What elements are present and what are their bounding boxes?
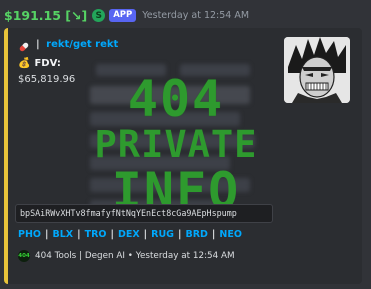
contract-address[interactable]: bpSAiRWvXHTv8fmafyfNtNqYEnEct8cGa9AEpHsp…: [15, 204, 273, 223]
anime-avatar-thumbnail[interactable]: [284, 37, 350, 103]
title-separator: |: [36, 38, 40, 50]
embed-footer: 404 404 Tools | Degen AI • Yesterday at …: [18, 250, 235, 262]
bot-username[interactable]: $191.15 [↘]: [4, 8, 87, 23]
embed-card: | rekt/get rekt 💰 FDV: $65,819.96 404 PR…: [4, 28, 362, 284]
link-dex[interactable]: DEX: [118, 229, 140, 240]
pill-icon: [18, 38, 30, 52]
fdv-row: 💰 FDV:: [18, 58, 61, 69]
link-tro[interactable]: TRO: [85, 229, 107, 240]
fdv-label: FDV:: [34, 58, 61, 69]
link-brd[interactable]: BRD: [185, 229, 207, 240]
overlay-private: PRIVATE: [94, 123, 258, 166]
link-separator: |: [211, 229, 216, 240]
link-pho[interactable]: PHO: [18, 229, 41, 240]
money-bag-icon: 💰: [18, 58, 31, 69]
embed-title-row: | rekt/get rekt: [18, 38, 118, 52]
embed-title-link[interactable]: rekt/get rekt: [46, 39, 118, 50]
embed-accent-bar: [4, 28, 8, 284]
message-header: $191.15 [↘] S APP Yesterday at 12:54 AM: [4, 7, 249, 24]
link-separator: |: [177, 229, 182, 240]
footer-text: 404 Tools | Degen AI • Yesterday at 12:5…: [35, 251, 235, 261]
overlay-404: 404: [127, 70, 225, 128]
link-separator: |: [77, 229, 81, 240]
link-separator: |: [110, 229, 114, 240]
link-blx[interactable]: BLX: [52, 229, 73, 240]
bot-badge-icon: S: [92, 9, 106, 22]
link-separator: |: [143, 229, 148, 240]
link-neo[interactable]: NEO: [219, 229, 242, 240]
app-tag: APP: [109, 9, 137, 22]
footer-logo-icon: 404: [18, 250, 30, 262]
message-timestamp[interactable]: Yesterday at 12:54 AM: [142, 10, 249, 21]
link-separator: |: [45, 229, 49, 240]
fdv-value: $65,819.96: [18, 74, 76, 85]
links-row: PHO | BLX | TRO | DEX | RUG | BRD | NEO: [18, 229, 242, 240]
link-rug[interactable]: RUG: [151, 229, 174, 240]
